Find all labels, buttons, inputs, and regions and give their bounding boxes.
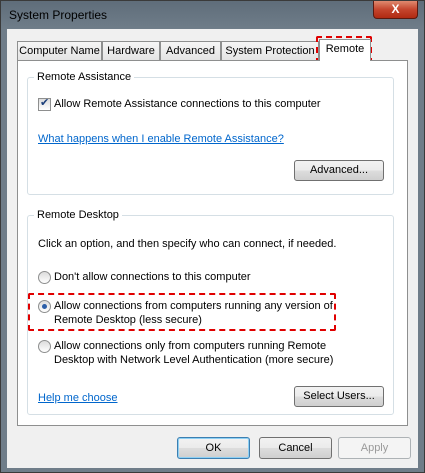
remote-desktop-group-label: Remote Desktop [34, 209, 122, 221]
tab-remote[interactable]: Remote [319, 39, 371, 61]
ok-button-label: OK [205, 442, 222, 454]
cancel-button-label: Cancel [278, 442, 313, 454]
advanced-button-label: Advanced... [309, 164, 369, 176]
remote-assistance-group: Remote Assistance ✔ Allow Remote Assista… [27, 71, 394, 195]
tab-label: System Protection [225, 45, 315, 57]
title-bar[interactable]: System Properties X [1, 1, 424, 29]
tab-label: Hardware [107, 45, 155, 57]
tab-computer-name[interactable]: Computer Name [17, 41, 102, 60]
radio-dont-allow-label: Don't allow connections to this computer [54, 271, 251, 283]
tab-label: Remote [325, 43, 365, 55]
radio-allow-nla-only[interactable] [38, 340, 51, 353]
radio-dont-allow[interactable] [38, 271, 51, 284]
tab-system-protection[interactable]: System Protection [221, 41, 319, 60]
remote-assistance-group-label: Remote Assistance [34, 71, 135, 83]
apply-button[interactable]: Apply [338, 437, 411, 459]
radio-allow-nla-only-label-line1: Allow connections only from computers ru… [54, 340, 327, 352]
cancel-button[interactable]: Cancel [259, 437, 332, 459]
allow-remote-assistance-label: Allow Remote Assistance connections to t… [54, 98, 321, 110]
allow-any-version-highlight [28, 293, 336, 331]
tab-hardware[interactable]: Hardware [102, 41, 160, 60]
advanced-button[interactable]: Advanced... [294, 160, 384, 181]
tab-advanced[interactable]: Advanced [160, 41, 221, 60]
system-properties-window: System Properties X Computer Name Hardwa… [0, 0, 425, 473]
select-users-button-label: Select Users... [303, 390, 375, 402]
window-title: System Properties [9, 8, 108, 22]
close-icon: X [391, 2, 400, 16]
radio-allow-nla-only-label-line2: Desktop with Network Level Authenticatio… [54, 354, 334, 366]
apply-button-label: Apply [360, 442, 389, 454]
help-me-choose-link[interactable]: Help me choose [38, 392, 118, 404]
dialog-client-area: Computer Name Hardware Advanced System P… [7, 29, 418, 468]
checkmark-icon: ✔ [40, 97, 50, 109]
select-users-button[interactable]: Select Users... [294, 386, 384, 407]
allow-remote-assistance-checkbox[interactable]: ✔ [38, 97, 51, 111]
ok-button[interactable]: OK [177, 437, 250, 459]
tab-strip: Computer Name Hardware Advanced System P… [17, 39, 377, 61]
tab-label: Advanced [166, 45, 215, 57]
close-button[interactable]: X [373, 1, 418, 19]
tab-label: Computer Name [19, 45, 100, 57]
remote-assistance-help-link[interactable]: What happens when I enable Remote Assist… [38, 133, 284, 145]
remote-desktop-instruction: Click an option, and then specify who ca… [38, 238, 337, 250]
remote-tab-panel: Remote Assistance ✔ Allow Remote Assista… [17, 60, 408, 426]
